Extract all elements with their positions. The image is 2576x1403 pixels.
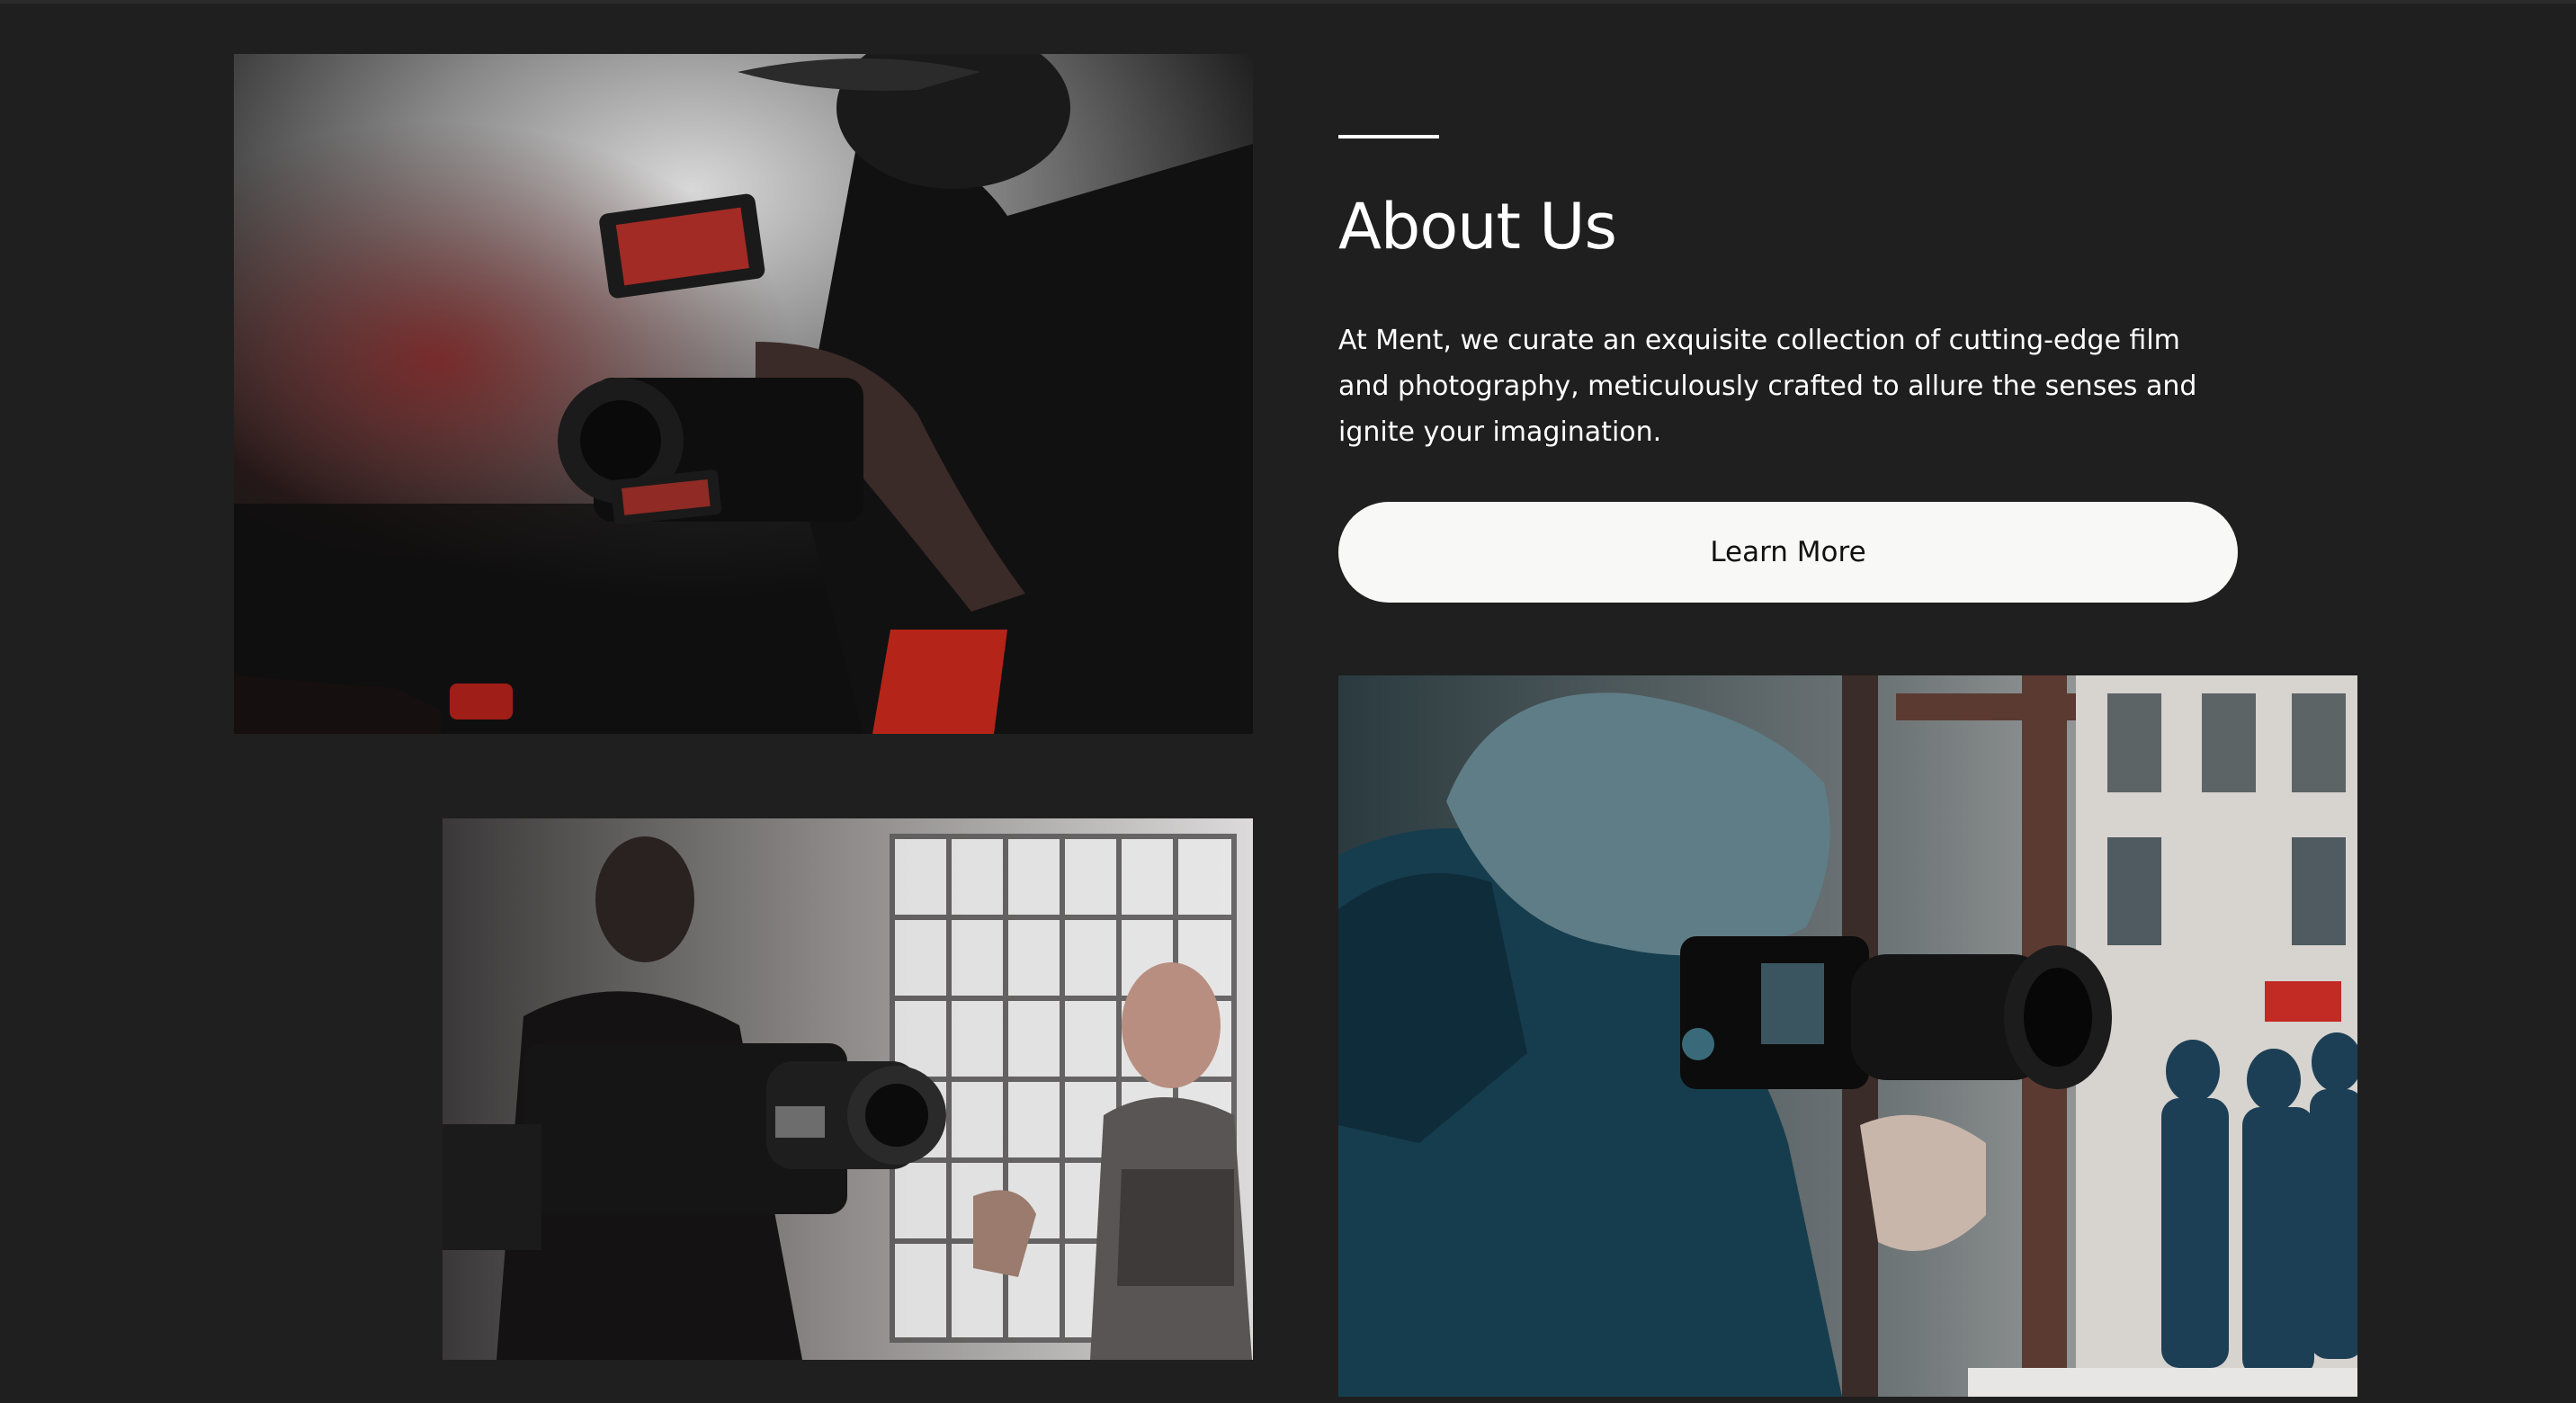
learn-more-button[interactable]: Learn More (1338, 502, 2238, 603)
about-section: About Us At Ment, we curate an exquisite… (1338, 135, 2238, 603)
street-photographer-photo (1338, 675, 2357, 1397)
studio-shoot-photo (443, 818, 1253, 1360)
page-top-border (0, 0, 2576, 4)
filmmaker-red-light-photo (234, 54, 1253, 734)
about-title: About Us (1338, 190, 1617, 264)
street-photographer-image (1338, 675, 2357, 1397)
about-description: At Ment, we curate an exquisite collecti… (1338, 325, 2197, 448)
title-accent-line (1338, 135, 1439, 139)
filmmaker-red-light-image (234, 54, 1253, 734)
studio-shoot-image (443, 818, 1253, 1360)
